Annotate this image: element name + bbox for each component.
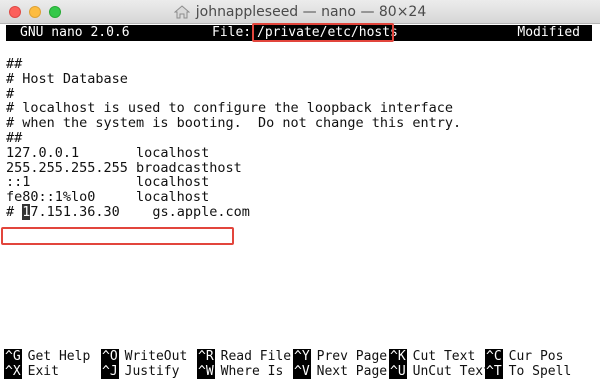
shortcut-label: Read File (220, 349, 292, 364)
buffer-line[interactable]: # Host Database (6, 71, 592, 87)
shortcut-key: ^G (4, 349, 22, 364)
shortcut-to-spell[interactable]: ^T To Spell (485, 364, 571, 379)
shortcut-where-is[interactable]: ^W Where Is (197, 364, 283, 379)
buffer-line[interactable]: # (6, 86, 592, 102)
shortcut-key: ^X (4, 364, 22, 379)
buffer-line[interactable]: # when the system is booting. Do not cha… (6, 116, 592, 131)
shortcut-key: ^U (389, 364, 407, 379)
window-title-container: johnappleseed — nano — 80×24 (0, 0, 600, 24)
shortcut-key: ^K (389, 349, 407, 364)
shortcut-bar: ^G Get Help ^O WriteOut ^R Read File ^Y Prev… (4, 349, 594, 379)
shortcut-label: Where Is (220, 364, 284, 379)
shortcut-label: Cut Text (412, 349, 476, 364)
shortcut-label: Exit (27, 364, 59, 379)
file-label: File: (212, 25, 252, 40)
window-title: johnappleseed — nano — 80×24 (195, 4, 427, 20)
shortcut-cur-pos[interactable]: ^C Cur Pos (485, 349, 563, 364)
buffer-line[interactable]: ## (6, 57, 592, 72)
shortcut-writeout[interactable]: ^O WriteOut (101, 349, 187, 364)
shortcut-read-file[interactable]: ^R Read File (197, 349, 291, 364)
buffer-line[interactable]: 127.0.0.1 localhost (6, 145, 592, 161)
nano-version: GNU nano 2.0.6 (20, 25, 130, 40)
shortcut-key: ^O (101, 349, 119, 364)
file-path-highlight (252, 23, 394, 42)
shortcut-label: Next Page (316, 364, 388, 379)
shortcut-row-1: ^G Get Help ^O WriteOut ^R Read File ^Y Prev… (4, 349, 594, 364)
shortcut-next-page[interactable]: ^V Next Page (293, 364, 387, 379)
shortcut-exit[interactable]: ^X Exit (4, 364, 59, 379)
home-icon (173, 5, 191, 19)
shortcut-cut-text[interactable]: ^K Cut Text (389, 349, 475, 364)
shortcut-key: ^T (485, 364, 503, 379)
shortcut-label: Cur Pos (508, 349, 564, 364)
text-buffer[interactable]: ## # Host Database # # localhost is used… (6, 57, 592, 220)
modified-status: Modified (517, 25, 580, 40)
line-prefix: # (6, 203, 23, 220)
terminal-window: johnappleseed — nano — 80×24 GNU nano 2.… (0, 0, 600, 385)
edited-line-highlight (1, 227, 234, 245)
shortcut-key: ^W (197, 364, 215, 379)
buffer-line[interactable]: fe80::1%lo0 localhost (6, 190, 592, 205)
shortcut-label: WriteOut (124, 349, 188, 364)
shortcut-key: ^J (101, 364, 119, 379)
shortcut-label: Prev Page (316, 349, 388, 364)
buffer-line[interactable]: ## (6, 131, 592, 146)
shortcut-key: ^Y (293, 349, 311, 364)
shortcut-label: UnCut Text (412, 364, 491, 379)
shortcut-uncut-text[interactable]: ^U UnCut Text (389, 364, 491, 379)
buffer-line[interactable]: # localhost is used to configure the loo… (6, 101, 592, 116)
title-bar[interactable]: johnappleseed — nano — 80×24 (0, 0, 600, 24)
shortcut-label: To Spell (508, 364, 572, 379)
shortcut-label: Justify (124, 364, 180, 379)
shortcut-label: Get Help (27, 349, 91, 364)
shortcut-key: ^V (293, 364, 311, 379)
shortcut-row-2: ^X Exit ^J Justify ^W Where Is ^V Next Page … (4, 364, 594, 379)
shortcut-justify[interactable]: ^J Justify (101, 364, 179, 379)
nano-header-bar: GNU nano 2.0.6 File: /private/etc/hosts … (6, 23, 592, 42)
buffer-line[interactable]: ::1 localhost (6, 175, 592, 190)
shortcut-prev-page[interactable]: ^Y Prev Page (293, 349, 387, 364)
edited-hosts-line[interactable]: # 17.151.36.30 gs.apple.com (6, 203, 592, 220)
terminal-content[interactable]: GNU nano 2.0.6 File: /private/etc/hosts … (0, 23, 600, 385)
buffer-line[interactable]: 255.255.255.255 broadcasthost (6, 160, 592, 176)
shortcut-key: ^R (197, 349, 215, 364)
shortcut-key: ^C (485, 349, 503, 364)
shortcut-get-help[interactable]: ^G Get Help (4, 349, 90, 364)
line-rest: 7.151.36.30 gs.apple.com (30, 203, 250, 220)
